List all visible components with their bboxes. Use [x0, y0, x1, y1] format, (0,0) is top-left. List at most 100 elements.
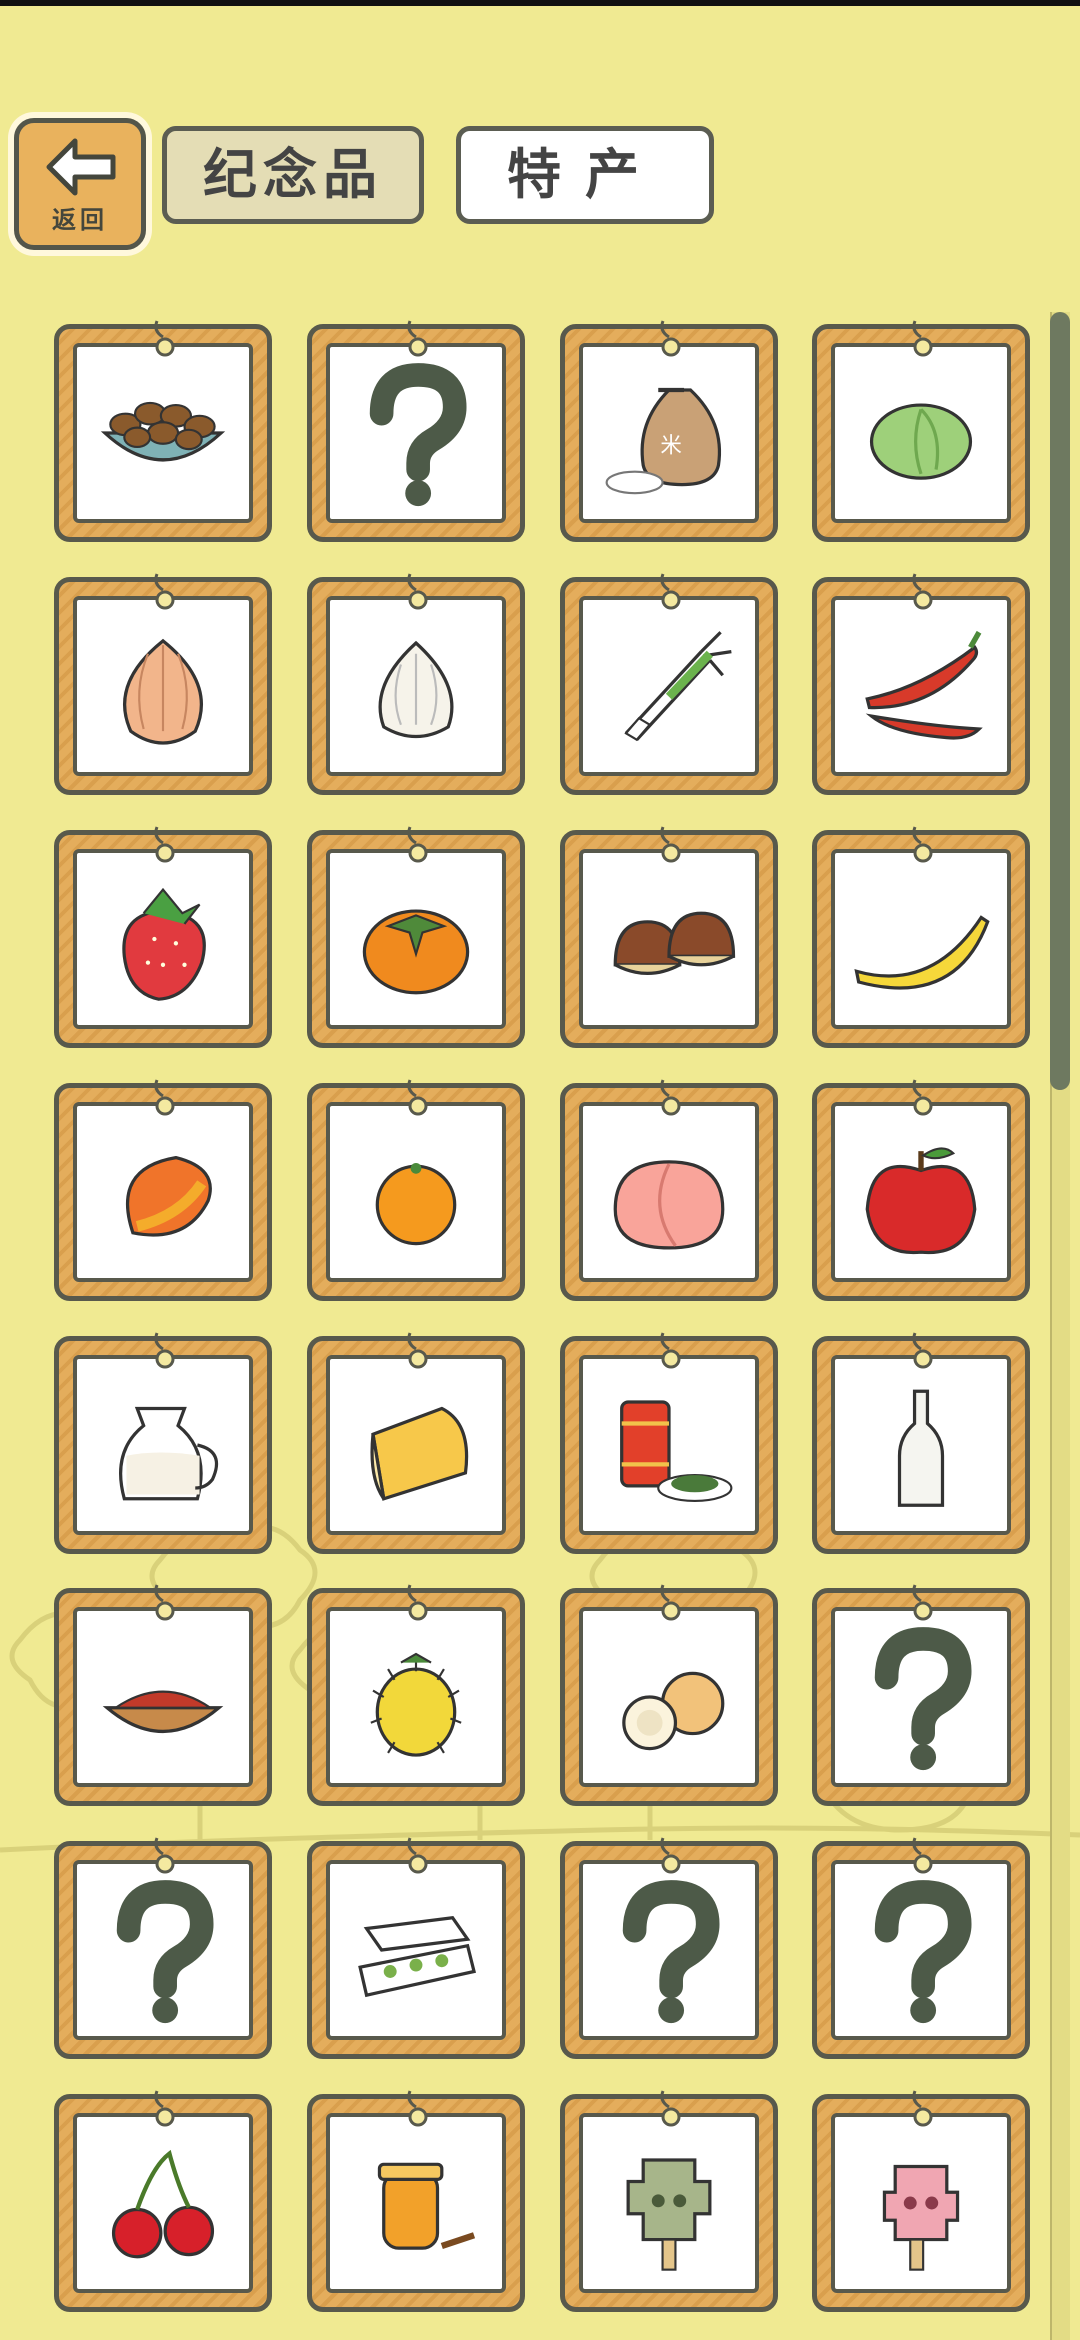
- tea-can-icon: [620, 1400, 733, 1502]
- bottle-icon: [897, 1389, 945, 1507]
- specialty-card[interactable]: [812, 1584, 1030, 1806]
- status-bar-strip: [0, 0, 1080, 6]
- card-inner: [326, 2113, 506, 2293]
- specialty-card[interactable]: [812, 1837, 1030, 2059]
- hanging-hook-icon: [912, 1584, 933, 1621]
- apple-icon: [865, 1147, 977, 1255]
- card-inner: [73, 343, 253, 523]
- specialty-card[interactable]: [307, 1584, 525, 1806]
- specialty-card[interactable]: [560, 2090, 778, 2312]
- hanging-hook-icon: [912, 320, 933, 357]
- card-inner: [73, 1607, 253, 1787]
- bronze-mask-popsicle-icon: [626, 2158, 712, 2271]
- card-inner: [831, 1102, 1011, 1282]
- hanging-hook-icon: [660, 826, 681, 863]
- hanging-hook-icon: [912, 1837, 933, 1874]
- specialty-card[interactable]: [560, 573, 778, 795]
- question-mark-icon: [369, 363, 467, 507]
- hanging-hook-icon: [660, 1332, 681, 1369]
- hanging-hook-icon: [912, 573, 933, 610]
- specialty-card[interactable]: [560, 1079, 778, 1301]
- back-button[interactable]: 返回: [14, 118, 146, 250]
- specialty-card[interactable]: [54, 1837, 272, 2059]
- card-inner: [73, 849, 253, 1029]
- card-inner: [831, 1355, 1011, 1535]
- specialty-card[interactable]: [307, 1332, 525, 1554]
- specialty-card[interactable]: [560, 826, 778, 1048]
- longan-icon: [622, 1671, 725, 1751]
- hanging-hook-icon: [154, 826, 175, 863]
- specialty-card[interactable]: [307, 2090, 525, 2312]
- specialty-card[interactable]: [812, 573, 1030, 795]
- hanging-hook-icon: [407, 573, 428, 610]
- card-inner: [326, 1860, 506, 2040]
- card-inner: [831, 1860, 1011, 2040]
- specialty-card[interactable]: [812, 320, 1030, 542]
- specialty-card[interactable]: 米: [560, 320, 778, 542]
- cheese-icon: [370, 1406, 469, 1501]
- specialty-card[interactable]: [812, 1079, 1030, 1301]
- green-onion-icon: [624, 631, 732, 742]
- hanging-hook-icon: [154, 1837, 175, 1874]
- honey-jar-icon: [377, 2162, 476, 2250]
- hanging-hook-icon: [154, 1584, 175, 1621]
- hanging-hook-icon: [407, 826, 428, 863]
- tab-souvenirs[interactable]: 纪念品: [162, 126, 424, 224]
- specialty-card[interactable]: [54, 826, 272, 1048]
- specialty-card[interactable]: [812, 826, 1030, 1048]
- card-inner: [73, 1860, 253, 2040]
- card-inner: [831, 849, 1011, 1029]
- pink-mask-popsicle-icon: [882, 2164, 960, 2271]
- specialty-card[interactable]: [560, 1837, 778, 2059]
- scrollbar-thumb[interactable]: [1050, 312, 1070, 1090]
- specialty-card[interactable]: [54, 1079, 272, 1301]
- garlic-icon: [378, 640, 454, 739]
- specialty-card[interactable]: [54, 320, 272, 542]
- hanging-hook-icon: [660, 1837, 681, 1874]
- specialty-card[interactable]: [812, 1332, 1030, 1554]
- hanging-hook-icon: [660, 320, 681, 357]
- specialty-card[interactable]: [307, 573, 525, 795]
- hanging-hook-icon: [154, 1332, 175, 1369]
- specialty-card[interactable]: [54, 2090, 272, 2312]
- specialty-card[interactable]: [307, 826, 525, 1048]
- tab-specialties[interactable]: 特产: [456, 126, 714, 224]
- back-arrow-icon: [46, 138, 116, 196]
- specialty-card[interactable]: [307, 320, 525, 542]
- chestnuts-icon: [613, 911, 736, 975]
- milk-jug-icon: [119, 1406, 218, 1501]
- chili-peppers-icon: [865, 630, 983, 740]
- specialty-card[interactable]: [54, 573, 272, 795]
- card-inner: [326, 343, 506, 523]
- hanging-hook-icon: [912, 1332, 933, 1369]
- specialty-card[interactable]: [307, 1079, 525, 1301]
- card-inner: [73, 2113, 253, 2293]
- card-inner: [579, 1102, 759, 1282]
- specialty-card[interactable]: [560, 1332, 778, 1554]
- card-inner: [326, 596, 506, 776]
- card-inner: [579, 1860, 759, 2040]
- cherries-icon: [111, 2149, 215, 2259]
- card-inner: 米: [579, 343, 759, 523]
- hanging-hook-icon: [407, 320, 428, 357]
- hanging-hook-icon: [407, 1584, 428, 1621]
- card-inner: [579, 1355, 759, 1535]
- hanging-hook-icon: [154, 2090, 175, 2127]
- persimmon-icon: [362, 909, 470, 995]
- card-inner: [831, 596, 1011, 776]
- specialty-card[interactable]: [54, 1584, 272, 1806]
- hanging-hook-icon: [660, 1584, 681, 1621]
- specialty-card[interactable]: [54, 1332, 272, 1554]
- card-inner: [73, 1102, 253, 1282]
- horned-melon-icon: [370, 1652, 462, 1757]
- hanging-hook-icon: [912, 826, 933, 863]
- peach-icon: [613, 1160, 725, 1250]
- card-inner: [579, 596, 759, 776]
- hanging-hook-icon: [912, 2090, 933, 2127]
- card-inner: [579, 849, 759, 1029]
- specialty-card[interactable]: [307, 1837, 525, 2059]
- specialty-card[interactable]: [560, 1584, 778, 1806]
- specialty-card[interactable]: [812, 2090, 1030, 2312]
- card-inner: [73, 1355, 253, 1535]
- card-inner: [73, 596, 253, 776]
